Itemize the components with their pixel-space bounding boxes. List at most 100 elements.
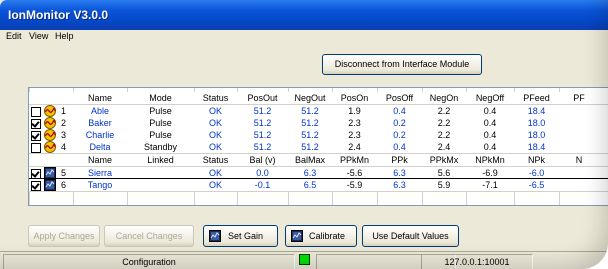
table-row[interactable]: 1 Able Pulse OK 51.2 51.2 1.9 0.4 2.2 0.4 18.4: [29, 105, 608, 117]
menu-help[interactable]: Help: [55, 31, 74, 41]
table-cell[interactable]: 18.0: [514, 129, 559, 141]
table-cell[interactable]: 51.2: [288, 105, 332, 117]
column-header[interactable]: PPk: [377, 154, 422, 166]
table-cell[interactable]: OK: [194, 141, 237, 153]
table-row[interactable]: 2 Baker Pulse OK 51.2 51.2 2.3 0.2 2.2 0.4 18.0: [29, 117, 608, 129]
set-gain-label: Set Gain: [228, 231, 264, 241]
column-header[interactable]: PFeed: [514, 92, 559, 104]
table-cell[interactable]: OK: [194, 129, 237, 141]
table-row[interactable]: 4 Delta Standby OK 51.2 51.2 2.4 0.4 2.4 0.4 18.4: [29, 141, 608, 153]
column-header[interactable]: PosOut: [237, 92, 288, 104]
table-cell[interactable]: Pulse: [127, 117, 194, 129]
table-cell[interactable]: 0.2: [377, 129, 422, 141]
column-header[interactable]: PosOff: [377, 92, 422, 104]
column-header[interactable]: PPkMx: [422, 154, 466, 166]
column-header[interactable]: Bal (v): [237, 154, 288, 166]
menu-edit[interactable]: Edit: [6, 31, 22, 41]
column-header[interactable]: NegOut: [288, 92, 332, 104]
title-bar[interactable]: IonMonitor V3.0.0: [0, 0, 608, 30]
row-number: 4: [61, 142, 67, 152]
table-cell[interactable]: 2.3: [332, 117, 377, 129]
row-enable-checkbox[interactable]: [31, 107, 41, 117]
table-cell[interactable]: OK: [194, 117, 237, 129]
table-cell[interactable]: Pulse: [127, 129, 194, 141]
table-row[interactable]: 6 Tango OK -0.1 6.5 -5.9 6.3 5.9 -7.1 -6.5: [29, 179, 608, 191]
scope-icon: [209, 230, 221, 242]
table-cell[interactable]: Tango: [73, 179, 127, 191]
table-cell[interactable]: 51.2: [288, 129, 332, 141]
table-cell[interactable]: 51.2: [288, 117, 332, 129]
table-cell[interactable]: Delta: [73, 141, 127, 153]
column-header[interactable]: PosOn: [332, 92, 377, 104]
column-header[interactable]: Linked: [127, 154, 194, 166]
table-cell[interactable]: 0.4: [377, 141, 422, 153]
row-enable-checkbox[interactable]: [31, 119, 41, 129]
table-cell[interactable]: 2.4: [332, 141, 377, 153]
table-cell[interactable]: 2.2: [422, 129, 466, 141]
table-row[interactable]: 3 Charlie Pulse OK 51.2 51.2 2.3 0.2 2.2 0.4 18.0: [29, 129, 608, 141]
table-cell[interactable]: 0.2: [377, 117, 422, 129]
column-header[interactable]: BalMax: [288, 154, 332, 166]
row-enable-checkbox[interactable]: [31, 143, 41, 153]
table-cell[interactable]: 0.4: [466, 129, 514, 141]
table-cell[interactable]: Able: [73, 105, 127, 117]
table-cell[interactable]: 18.4: [514, 105, 559, 117]
row-enable-checkbox[interactable]: [31, 181, 41, 191]
table-cell[interactable]: 0.4: [466, 141, 514, 153]
table-cell[interactable]: 51.2: [237, 105, 288, 117]
set-gain-button[interactable]: Set Gain: [203, 225, 278, 247]
column-header[interactable]: NegOff: [466, 92, 514, 104]
status-mode: Configuration: [3, 254, 295, 269]
table-cell[interactable]: -6.5: [514, 179, 559, 191]
table-cell[interactable]: 51.2: [288, 141, 332, 153]
cancel-changes-button[interactable]: Cancel Changes: [104, 225, 194, 247]
table-cell[interactable]: 2.3: [332, 129, 377, 141]
apply-changes-button[interactable]: Apply Changes: [28, 225, 100, 247]
table-cell[interactable]: 2.2: [422, 105, 466, 117]
column-header[interactable]: Status: [194, 92, 237, 104]
column-header[interactable]: PPkMn: [332, 154, 377, 166]
table-cell[interactable]: -0.1: [237, 179, 288, 191]
table-cell[interactable]: 5.9: [422, 179, 466, 191]
use-default-values-button[interactable]: Use Default Values: [362, 225, 459, 247]
table-cell[interactable]: 6.5: [288, 179, 332, 191]
table-cell[interactable]: 2.2: [422, 117, 466, 129]
table-cell[interactable]: -5.9: [332, 179, 377, 191]
table-cell[interactable]: 51.2: [237, 141, 288, 153]
table-cell[interactable]: 0.4: [466, 105, 514, 117]
waveform-icon: [44, 141, 56, 153]
channel-grid: Name Mode Status PosOut NegOut PosOn PosOff Neg…: [28, 87, 608, 206]
table-cell[interactable]: 0.4: [377, 105, 422, 117]
table-cell[interactable]: 2.4: [422, 141, 466, 153]
table-cell[interactable]: OK: [194, 105, 237, 117]
table-cell[interactable]: 6.3: [377, 179, 422, 191]
column-header[interactable]: Name: [73, 154, 127, 166]
menu-view[interactable]: View: [29, 31, 48, 41]
disconnect-button[interactable]: Disconnect from Interface Module: [322, 54, 482, 75]
column-header[interactable]: PF: [559, 92, 599, 104]
column-header[interactable]: Status: [194, 154, 237, 166]
waveform-icon: [44, 105, 56, 117]
table-cell[interactable]: [127, 179, 194, 191]
column-header[interactable]: NegOn: [422, 92, 466, 104]
row-enable-checkbox[interactable]: [31, 131, 41, 141]
table-cell[interactable]: 51.2: [237, 117, 288, 129]
column-header[interactable]: NPk: [514, 154, 559, 166]
table-cell[interactable]: 1.9: [332, 105, 377, 117]
table-cell[interactable]: Charlie: [73, 129, 127, 141]
column-header[interactable]: NPkMn: [466, 154, 514, 166]
row-number: 2: [61, 118, 67, 128]
table-cell[interactable]: OK: [194, 179, 237, 191]
column-header[interactable]: Name: [73, 92, 127, 104]
table-cell[interactable]: 51.2: [237, 129, 288, 141]
table-cell[interactable]: 0.4: [466, 117, 514, 129]
column-header[interactable]: N: [559, 154, 599, 166]
table-cell[interactable]: -7.1: [466, 179, 514, 191]
table-cell[interactable]: Baker: [73, 117, 127, 129]
table-cell[interactable]: 18.4: [514, 141, 559, 153]
calibrate-button[interactable]: Calibrate: [285, 225, 357, 247]
table-cell[interactable]: 18.0: [514, 117, 559, 129]
table-cell[interactable]: Pulse: [127, 105, 194, 117]
table-cell[interactable]: Standby: [127, 141, 194, 153]
column-header[interactable]: Mode: [127, 92, 194, 104]
